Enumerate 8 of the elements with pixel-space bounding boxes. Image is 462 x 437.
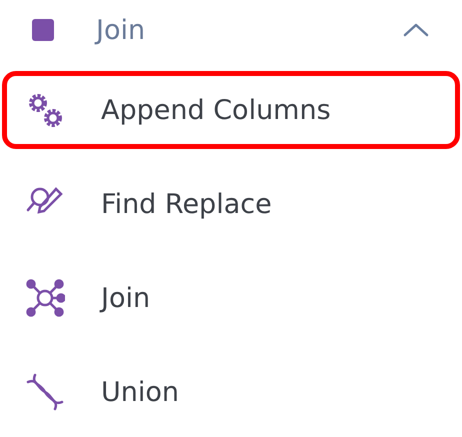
network-icon	[25, 278, 65, 318]
menu-item[interactable]: Union	[2, 353, 460, 431]
menu-item[interactable]: Find Replace	[2, 165, 460, 243]
menu-item[interactable]: Join	[2, 259, 460, 337]
menu-item[interactable]: Append Columns	[2, 71, 460, 149]
category-icon	[32, 19, 54, 41]
section-title: Join	[96, 14, 146, 46]
chevron-icon[interactable]	[402, 22, 430, 38]
